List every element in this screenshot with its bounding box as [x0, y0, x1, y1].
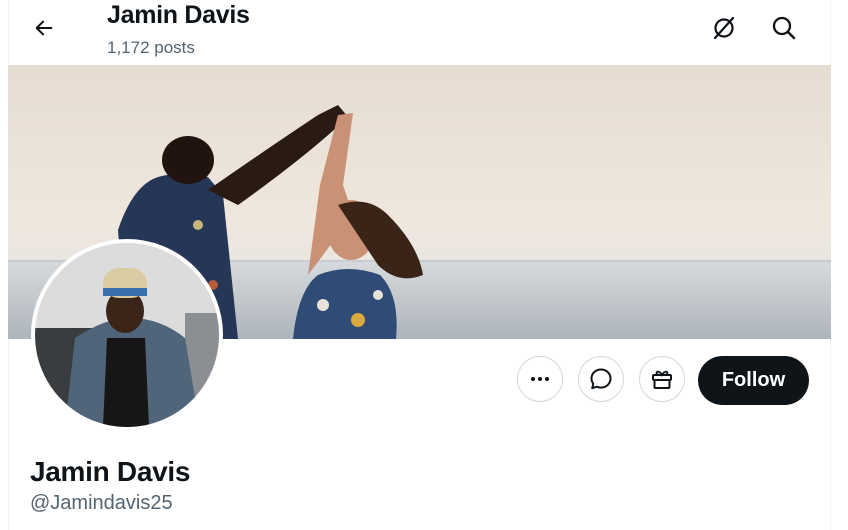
message-button[interactable]: [578, 356, 624, 402]
more-horizontal-icon: [531, 377, 549, 381]
search-button[interactable]: [766, 10, 802, 46]
profile-handle: @Jamindavis25: [30, 492, 173, 514]
more-button[interactable]: [517, 356, 563, 402]
search-icon: [772, 16, 796, 40]
message-icon: [590, 368, 612, 390]
grok-button[interactable]: [706, 10, 742, 46]
avatar-photo: [35, 243, 219, 427]
post-count: 1,172 posts: [107, 38, 195, 57]
profile-display-name: Jamin Davis: [30, 456, 191, 487]
back-button[interactable]: [26, 10, 62, 46]
follow-button[interactable]: Follow: [698, 356, 809, 405]
gift-icon: [652, 370, 672, 389]
header-title: Jamin Davis: [107, 1, 250, 29]
arrow-left-icon: [35, 20, 53, 36]
profile-avatar[interactable]: [31, 239, 223, 431]
subscribe-gift-button[interactable]: [639, 356, 685, 402]
grok-icon: [713, 16, 735, 40]
